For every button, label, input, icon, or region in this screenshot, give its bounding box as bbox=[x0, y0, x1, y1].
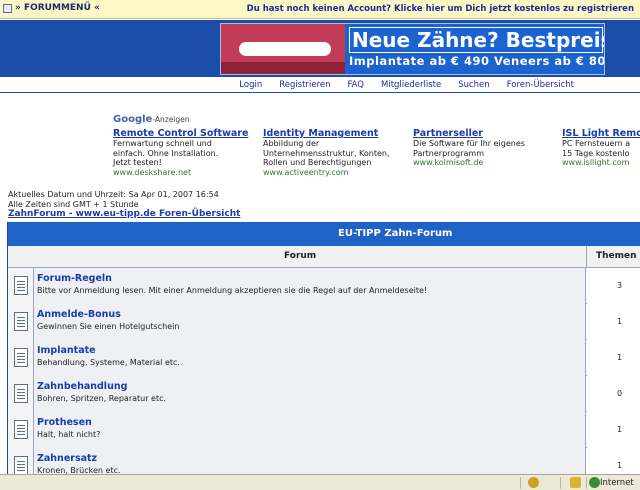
forum-title-link[interactable]: Zahnersatz bbox=[37, 453, 97, 464]
ad-url[interactable]: www.deskshare.net bbox=[113, 168, 258, 177]
main-nav: Login Registrieren FAQ Mitgliederliste S… bbox=[0, 78, 640, 93]
google-logo: Google bbox=[113, 114, 153, 125]
menu-toggle-icon bbox=[3, 3, 12, 13]
forum-status-icon bbox=[14, 420, 28, 439]
nav-faq[interactable]: FAQ bbox=[348, 80, 364, 90]
date-info: Aktuelles Datum und Uhrzeit: Sa Apr 01, … bbox=[8, 190, 219, 209]
column-header-themen: Themen bbox=[596, 251, 637, 261]
security-zone-label: Internet bbox=[600, 478, 634, 488]
ad-title[interactable]: Partnerseller bbox=[413, 128, 558, 139]
forum-caption: EU-TIPP Zahn-Forum bbox=[8, 222, 640, 246]
ad-title[interactable]: ISL Light Remo bbox=[562, 128, 640, 139]
top-bar: » FORUMMENÜ « Du hast noch keinen Accoun… bbox=[0, 0, 640, 19]
table-row: Forum-Regeln Bitte vor Anmeldung lesen. … bbox=[8, 268, 640, 304]
ad-desc: 15 Tage kostenlo bbox=[562, 148, 630, 158]
smile-image bbox=[221, 24, 345, 74]
topic-count: 3 bbox=[617, 281, 623, 290]
nav-memberlist[interactable]: Mitgliederliste bbox=[381, 80, 441, 90]
ad-desc: Rollen und Berechtigungen bbox=[263, 158, 372, 167]
forum-description: Halt, halt nicht? bbox=[37, 430, 101, 439]
ad-url[interactable]: www.isllight.com bbox=[562, 158, 640, 167]
topic-count: 1 bbox=[617, 425, 623, 434]
lock-icon bbox=[570, 477, 581, 488]
forum-title-link[interactable]: Prothesen bbox=[37, 417, 92, 428]
ad-item[interactable]: ISL Light Remo PC Fernsteuern a 15 Tage … bbox=[562, 128, 640, 167]
forum-description: Gewinnen Sie einen Hotelgutschein bbox=[37, 322, 180, 331]
banner-title: Neue Zähne? Bestpreis! bbox=[349, 27, 604, 53]
ad-desc: Fernwartung schnell und bbox=[113, 139, 212, 148]
forum-status-icon bbox=[14, 384, 28, 403]
breadcrumb[interactable]: ZahnForum - www.eu-tipp.de Foren-Übersic… bbox=[8, 209, 240, 219]
table-row: Zahnbehandlung Bohren, Spritzen, Reparat… bbox=[8, 376, 640, 412]
ad-desc: Unternehmensstruktur, Konten, bbox=[263, 148, 390, 158]
forum-description: Bitte vor Anmeldung lesen. Mit einer Anm… bbox=[37, 286, 428, 295]
ad-desc: Die Software für Ihr eigenes bbox=[413, 139, 525, 148]
ad-desc: PC Fernsteuern a bbox=[562, 139, 631, 148]
ad-banner[interactable]: Neue Zähne? Bestpreis! Implantate ab € 4… bbox=[220, 23, 605, 75]
table-row: Prothesen Halt, halt nicht? 1 bbox=[8, 412, 640, 448]
ad-desc: einfach. Ohne Installation. bbox=[113, 148, 219, 158]
forum-status-icon bbox=[14, 348, 28, 367]
globe-icon bbox=[589, 477, 600, 488]
ad-item[interactable]: Identity Management Abbildung der Untern… bbox=[263, 128, 408, 177]
browser-status-bar: Internet bbox=[0, 474, 640, 490]
forum-status-icon bbox=[14, 312, 28, 331]
browser-page: » FORUMMENÜ « Du hast noch keinen Accoun… bbox=[0, 0, 640, 490]
topic-count: 0 bbox=[617, 389, 623, 398]
topic-count: 1 bbox=[617, 353, 623, 362]
forum-caption-text: EU-TIPP Zahn-Forum bbox=[338, 228, 453, 239]
banner-subtitle: Implantate ab € 490 Veneers ab € 80 bbox=[349, 54, 605, 68]
ad-item[interactable]: Partnerseller Die Software für Ihr eigen… bbox=[413, 128, 558, 167]
ad-url[interactable]: www.activeentry.com bbox=[263, 168, 408, 177]
ad-title[interactable]: Remote Control Software bbox=[113, 128, 258, 139]
ad-desc: Partnerprogramm bbox=[413, 148, 485, 158]
ad-item[interactable]: Remote Control Software Fernwartung schn… bbox=[113, 128, 258, 177]
forum-table: EU-TIPP Zahn-Forum Forum Themen Forum-Re… bbox=[7, 222, 640, 490]
forum-description: Bohren, Spritzen, Reparatur etc. bbox=[37, 394, 167, 403]
forum-status-icon bbox=[14, 456, 28, 475]
nav-search[interactable]: Suchen bbox=[458, 80, 489, 90]
topic-count: 1 bbox=[617, 317, 623, 326]
table-row: Implantate Behandlung, Systeme, Material… bbox=[8, 340, 640, 376]
nav-forum-overview[interactable]: Foren-Übersicht bbox=[507, 80, 574, 90]
google-ads: Google-Anzeigen Remote Control Software … bbox=[113, 114, 640, 184]
ad-title[interactable]: Identity Management bbox=[263, 128, 408, 139]
column-header-forum: Forum bbox=[284, 251, 317, 261]
forum-title-link[interactable]: Implantate bbox=[37, 345, 96, 356]
forum-status-icon bbox=[14, 276, 28, 295]
forum-title-link[interactable]: Anmelde-Bonus bbox=[37, 309, 121, 320]
forum-title-link[interactable]: Forum-Regeln bbox=[37, 273, 112, 284]
table-header: Forum Themen bbox=[8, 246, 640, 268]
ad-desc: Abbildung der bbox=[263, 139, 320, 148]
ads-suffix: -Anzeigen bbox=[152, 115, 190, 124]
nav-login[interactable]: Login bbox=[239, 80, 262, 90]
table-row: Anmelde-Bonus Gewinnen Sie einen Hotelgu… bbox=[8, 304, 640, 340]
site-header: Neue Zähne? Bestpreis! Implantate ab € 4… bbox=[0, 20, 640, 77]
forum-title-link[interactable]: Zahnbehandlung bbox=[37, 381, 127, 392]
nav-register[interactable]: Registrieren bbox=[279, 80, 330, 90]
timezone-info: Alle Zeiten sind GMT + 1 Stunde bbox=[8, 199, 139, 209]
forum-description: Behandlung, Systeme, Material etc. bbox=[37, 358, 180, 367]
ad-url[interactable]: www.kolmisoft.de bbox=[413, 158, 558, 167]
forum-menu-toggle[interactable]: » FORUMMENÜ « bbox=[3, 3, 100, 13]
ad-desc: Jetzt testen! bbox=[113, 158, 162, 167]
google-ads-label[interactable]: Google-Anzeigen bbox=[113, 114, 190, 125]
status-icon bbox=[528, 477, 539, 488]
topic-count: 1 bbox=[617, 461, 623, 470]
current-datetime: Aktuelles Datum und Uhrzeit: Sa Apr 01, … bbox=[8, 190, 219, 199]
forum-menu-label: » FORUMMENÜ « bbox=[15, 3, 100, 13]
register-link[interactable]: Du hast noch keinen Account? Klicke hier… bbox=[247, 4, 634, 14]
